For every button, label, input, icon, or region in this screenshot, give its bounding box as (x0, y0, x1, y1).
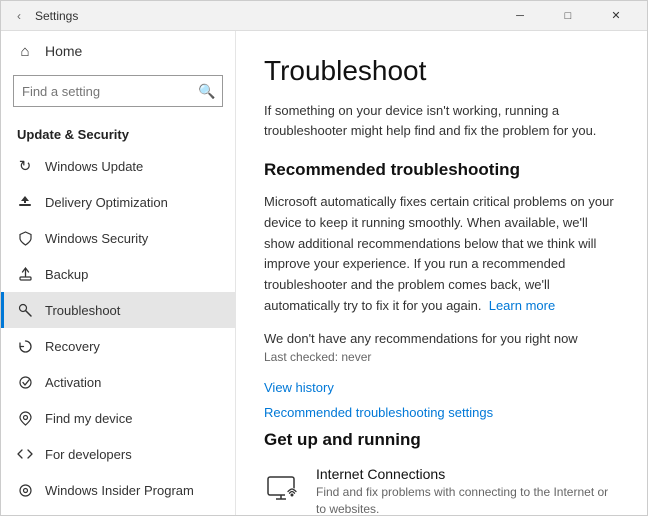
sidebar-item-label: Find my device (45, 411, 132, 426)
search-input[interactable] (22, 84, 198, 99)
sidebar-item-windows-security[interactable]: Windows Security (1, 220, 235, 256)
view-history-link[interactable]: View history (264, 380, 619, 395)
sidebar-item-delivery-optimization[interactable]: Delivery Optimization (1, 184, 235, 220)
internet-connections-text: Internet Connections Find and fix proble… (316, 466, 619, 515)
sidebar-item-label: Backup (45, 267, 88, 282)
learn-more-link[interactable]: Learn more (489, 298, 555, 313)
windows-security-icon (17, 230, 33, 246)
window-title: Settings (35, 9, 78, 23)
minimize-button[interactable]: ─ (497, 1, 543, 31)
title-bar: ‹ Settings ─ □ ✕ (1, 1, 647, 31)
page-title: Troubleshoot (264, 55, 619, 87)
sidebar-item-label: For developers (45, 447, 132, 462)
windows-insider-icon (17, 482, 33, 498)
main-content: ⌂ Home 🔍 Update & Security ↻ Windows Upd… (1, 31, 647, 515)
sidebar-item-label: Windows Security (45, 231, 148, 246)
content-area: Troubleshoot If something on your device… (236, 31, 647, 515)
recovery-icon (17, 338, 33, 354)
back-button[interactable]: ‹ (9, 6, 29, 26)
sidebar-item-for-developers[interactable]: For developers (1, 436, 235, 472)
recommended-body-text: Microsoft automatically fixes certain cr… (264, 194, 614, 313)
no-recommendations-text: We don't have any recommendations for yo… (264, 331, 619, 346)
sidebar-item-find-my-device[interactable]: Find my device (1, 400, 235, 436)
page-description: If something on your device isn't workin… (264, 101, 619, 140)
sidebar-item-windows-update[interactable]: ↻ Windows Update (1, 148, 235, 184)
sidebar-section-title: Update & Security (1, 119, 235, 148)
backup-icon (17, 266, 33, 282)
title-bar-left: ‹ Settings (9, 6, 497, 26)
internet-connections-desc: Find and fix problems with connecting to… (316, 484, 619, 515)
internet-connections-name: Internet Connections (316, 466, 619, 482)
troubleshoot-icon (17, 302, 33, 318)
find-my-device-icon (17, 410, 33, 426)
window-controls: ─ □ ✕ (497, 1, 639, 31)
sidebar-item-activation[interactable]: Activation (1, 364, 235, 400)
search-icon[interactable]: 🔍 (198, 83, 215, 100)
sidebar: ⌂ Home 🔍 Update & Security ↻ Windows Upd… (1, 31, 236, 515)
sidebar-item-label: Activation (45, 375, 101, 390)
troubleshoot-item-internet: Internet Connections Find and fix proble… (264, 466, 619, 515)
sidebar-item-label: Windows Insider Program (45, 483, 194, 498)
maximize-button[interactable]: □ (545, 1, 591, 31)
sidebar-item-label: Recovery (45, 339, 100, 354)
sidebar-item-windows-insider[interactable]: Windows Insider Program (1, 472, 235, 508)
for-developers-icon (17, 446, 33, 462)
sidebar-item-recovery[interactable]: Recovery (1, 328, 235, 364)
recommended-section-title: Recommended troubleshooting (264, 160, 619, 180)
last-checked-text: Last checked: never (264, 350, 619, 364)
delivery-optimization-icon (17, 194, 33, 210)
sidebar-item-label: Troubleshoot (45, 303, 120, 318)
home-label: Home (45, 43, 82, 59)
search-box: 🔍 (13, 75, 223, 107)
internet-connections-icon (264, 468, 302, 506)
get-running-title: Get up and running (264, 430, 619, 450)
settings-window: ‹ Settings ─ □ ✕ ⌂ Home 🔍 Update & Secur… (0, 0, 648, 516)
home-icon: ⌂ (17, 43, 33, 59)
windows-update-icon: ↻ (17, 158, 33, 174)
sidebar-item-backup[interactable]: Backup (1, 256, 235, 292)
sidebar-item-troubleshoot[interactable]: Troubleshoot (1, 292, 235, 328)
sidebar-item-label: Windows Update (45, 159, 143, 174)
recommended-body: Microsoft automatically fixes certain cr… (264, 192, 619, 317)
close-button[interactable]: ✕ (593, 1, 639, 31)
sidebar-item-label: Delivery Optimization (45, 195, 168, 210)
recommended-settings-link[interactable]: Recommended troubleshooting settings (264, 405, 619, 420)
activation-icon (17, 374, 33, 390)
sidebar-item-home[interactable]: ⌂ Home (1, 31, 235, 71)
